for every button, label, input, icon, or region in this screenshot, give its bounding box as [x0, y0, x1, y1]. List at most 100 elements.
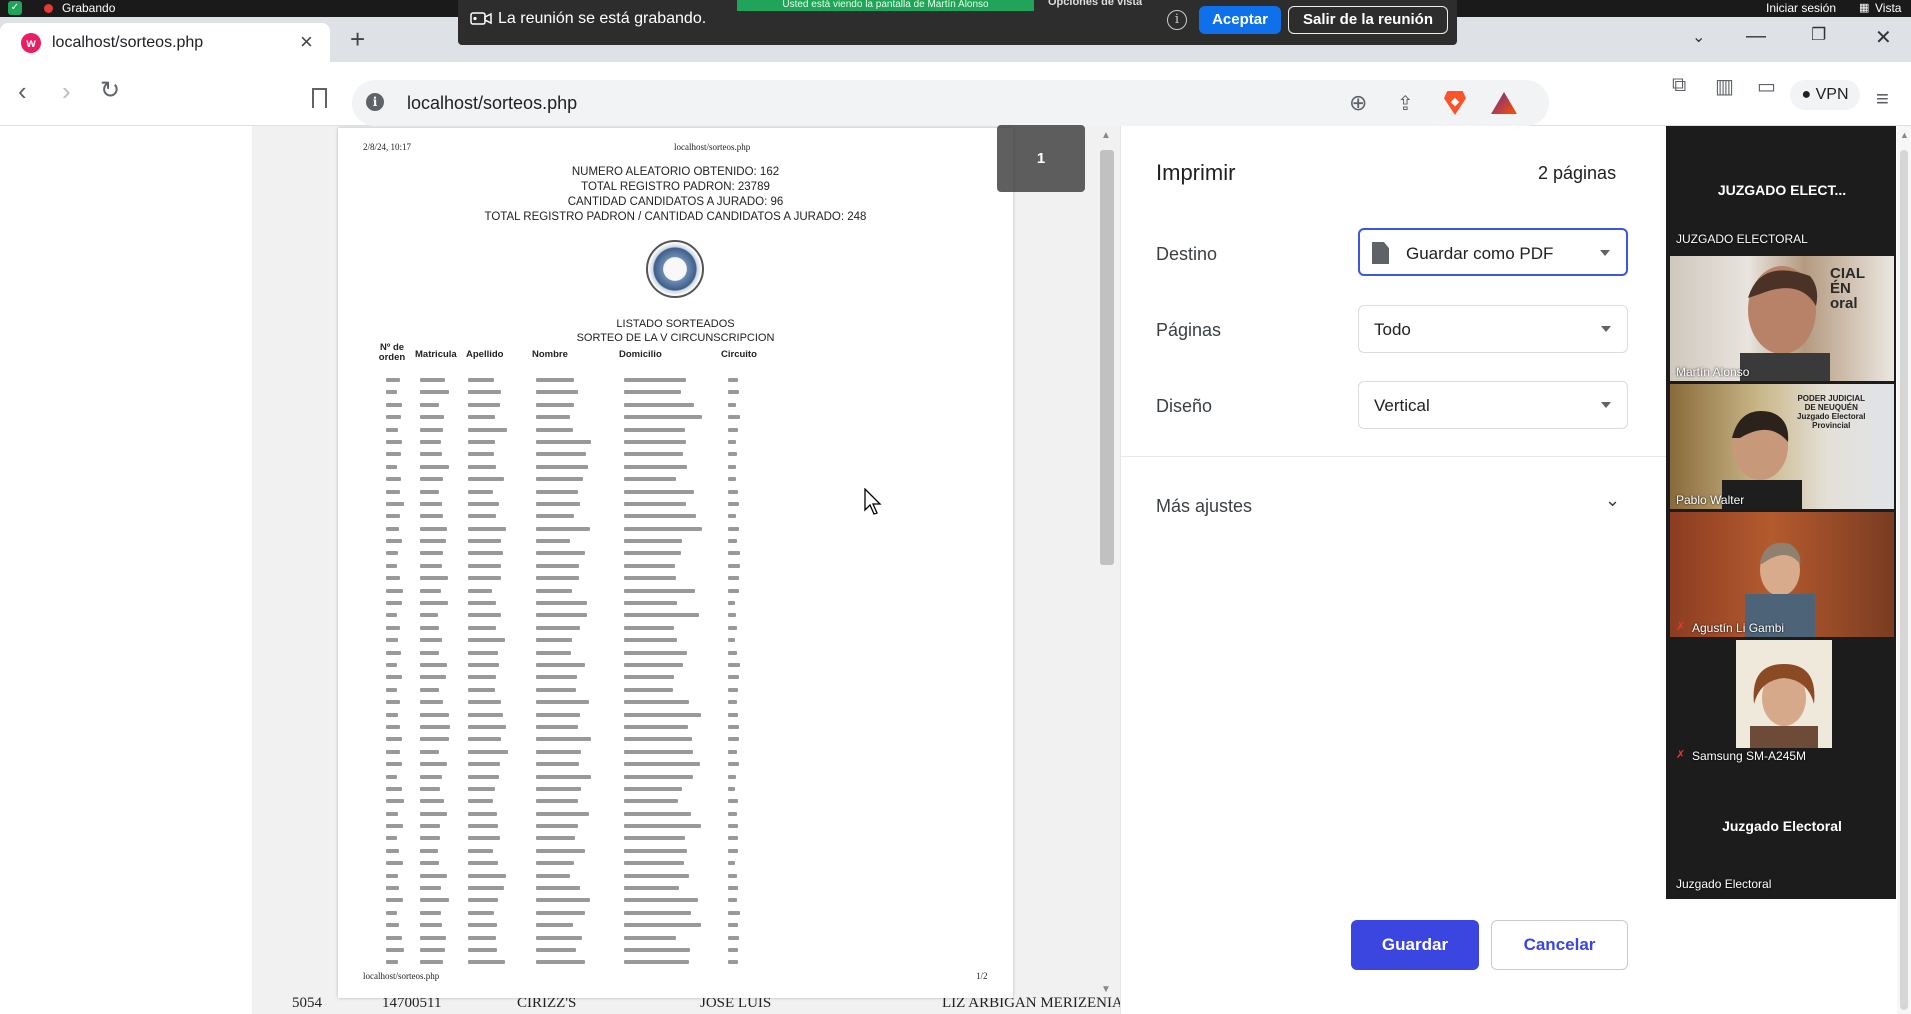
table-cell: [420, 439, 441, 444]
view-button[interactable]: Vista: [1875, 1, 1901, 15]
close-tab-icon[interactable]: ×: [300, 29, 313, 55]
table-cell: [420, 910, 441, 915]
scroll-up-arrow-icon[interactable]: ▲: [1900, 130, 1909, 140]
table-cell: [420, 464, 449, 469]
table-cell: [536, 960, 585, 965]
signin-link[interactable]: Iniciar sesión: [1766, 1, 1836, 15]
bookmark-icon[interactable]: [312, 88, 327, 108]
scroll-down-arrow-icon[interactable]: ▼: [1101, 984, 1111, 995]
table-cell: [468, 700, 501, 705]
table-cell: [536, 886, 580, 891]
cancel-button[interactable]: Cancelar: [1491, 920, 1628, 970]
table-cell: [728, 861, 735, 866]
table-row: [386, 820, 986, 832]
wallet-icon[interactable]: ▭: [1757, 74, 1776, 99]
layout-select[interactable]: Vertical: [1358, 381, 1628, 429]
table-cell: [468, 650, 498, 655]
table-cell: [728, 452, 737, 457]
sidebar-icon[interactable]: ▥: [1715, 74, 1734, 99]
view-options-menu[interactable]: Opciones de vista: [1048, 0, 1142, 8]
zoom-magnifier-icon[interactable]: ⊕: [1349, 90, 1367, 116]
brave-rewards-icon[interactable]: [1491, 92, 1517, 114]
leave-meeting-button[interactable]: Salir de la reunión: [1288, 6, 1448, 34]
vpn-button[interactable]: ● VPN: [1790, 80, 1860, 110]
back-icon[interactable]: ‹: [18, 78, 27, 104]
table-cell: [420, 935, 446, 940]
doc-date: 2/8/24, 10:17: [363, 142, 412, 152]
table-cell: [536, 786, 581, 791]
participant-tile[interactable]: JUZGADO ELECT... JUZGADO ELECTORAL: [1670, 126, 1894, 248]
table-cell: [420, 873, 447, 878]
table-cell: [728, 501, 739, 506]
table-cell: [536, 687, 576, 692]
minimize-icon[interactable]: —: [1746, 25, 1766, 48]
table-row: [386, 845, 986, 857]
table-cell: [536, 452, 586, 457]
table-row: [386, 634, 986, 646]
table-cell: [624, 539, 682, 544]
camera-record-icon: [470, 12, 492, 25]
new-tab-icon[interactable]: +: [350, 24, 365, 55]
brave-shields-icon[interactable]: ◆: [1444, 91, 1466, 115]
screen: { "os_bar": {"recording_label": "Graband…: [0, 0, 1911, 1014]
table-cell: [468, 539, 501, 544]
table-cell: [536, 898, 590, 903]
info-icon[interactable]: i: [1167, 10, 1187, 30]
preview-page[interactable]: 2/8/24, 10:17 localhost/sorteos.php NUME…: [338, 128, 1013, 998]
table-cell: [420, 601, 448, 606]
menu-icon[interactable]: ≡: [1876, 86, 1889, 112]
extensions-icon[interactable]: ⧉: [1672, 74, 1686, 97]
participant-video[interactable]: ✗ Samsung SM-A245M: [1670, 640, 1894, 765]
participant-video[interactable]: PODER JUDICIAL DE NEUQUÉN Juzgado Electo…: [1670, 384, 1894, 509]
save-button[interactable]: Guardar: [1351, 920, 1479, 970]
table-row: [386, 870, 986, 882]
table-cell: [536, 910, 585, 915]
table-cell: [536, 526, 590, 531]
table-cell: [386, 638, 398, 643]
col-header: Nombre: [532, 349, 568, 360]
table-cell: [536, 712, 580, 717]
table-row: [386, 560, 986, 572]
restore-icon[interactable]: ❐: [1811, 25, 1826, 45]
reload-icon[interactable]: ↻: [100, 78, 120, 104]
table-cell: [624, 749, 693, 754]
table-row: [386, 473, 986, 485]
table-cell: [624, 848, 687, 853]
url-text[interactable]: localhost/sorteos.php: [407, 93, 577, 114]
table-cell: [386, 786, 402, 791]
more-settings-toggle[interactable]: Más ajustes: [1156, 496, 1252, 517]
tab-search-chevron-icon[interactable]: ⌄: [1692, 27, 1705, 47]
table-cell: [468, 427, 507, 432]
doc-summary-line: NUMERO ALEATORIO OBTENIDO: 162: [571, 166, 780, 178]
browser-tab[interactable]: w localhost/sorteos.php ×: [0, 23, 330, 62]
table-row: [386, 535, 986, 547]
table-cell: [420, 811, 447, 816]
scroll-up-arrow-icon[interactable]: ▲: [1101, 130, 1111, 141]
participant-video[interactable]: CIAL ÉN oral Martín Alonso: [1670, 256, 1894, 381]
muted-mic-icon: ✗: [1676, 621, 1686, 633]
table-row: [386, 647, 986, 659]
preview-scrollbar[interactable]: [1100, 150, 1114, 565]
participant-video[interactable]: ✗ Agustín Li Gambi: [1670, 512, 1894, 637]
table-cell: [468, 613, 501, 618]
table-row: [386, 585, 986, 597]
table-cell: [386, 935, 402, 940]
table-cell: [728, 910, 740, 915]
table-cell: [386, 960, 398, 965]
table-cell: [536, 737, 591, 742]
table-cell: [468, 477, 504, 482]
pages-select[interactable]: Todo: [1358, 305, 1628, 353]
table-cell: [420, 588, 441, 593]
chevron-down-icon[interactable]: ⌄: [1605, 490, 1620, 511]
site-info-icon[interactable]: i: [366, 93, 384, 111]
accept-button[interactable]: Aceptar: [1199, 6, 1281, 34]
table-cell: [536, 762, 579, 767]
destination-select[interactable]: Guardar como PDF: [1358, 228, 1628, 276]
omnibox[interactable]: i localhost/sorteos.php ⊕ ⇪ ◆: [352, 80, 1549, 126]
participant-tile[interactable]: Juzgado Electoral Juzgado Electoral: [1670, 768, 1894, 893]
close-window-icon[interactable]: ✕: [1875, 25, 1892, 50]
page-scrollbar-thumb[interactable]: [1900, 150, 1908, 1010]
table-cell: [420, 836, 440, 841]
forward-icon[interactable]: ›: [62, 78, 71, 104]
share-icon[interactable]: ⇪: [1397, 91, 1414, 116]
